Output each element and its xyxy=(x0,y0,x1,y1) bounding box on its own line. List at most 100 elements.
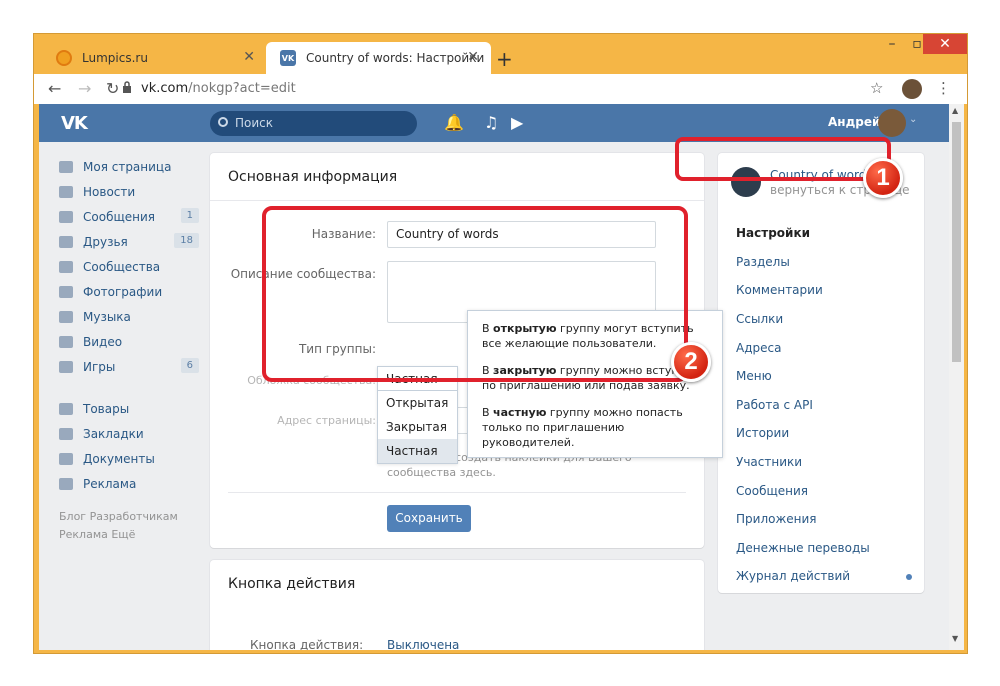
sidebar-item-bookmarks[interactable]: Закладки xyxy=(59,421,199,446)
menu-item-action-log[interactable]: Журнал действий xyxy=(718,562,924,591)
sidebar-item-goods[interactable]: Товары xyxy=(59,396,199,421)
menu-item-links[interactable]: Ссылки xyxy=(718,305,924,334)
url-host: vk.com xyxy=(141,81,189,96)
video-icon xyxy=(59,335,73,348)
sidebar-item-communities[interactable]: Сообщества xyxy=(59,254,199,279)
window-close-icon[interactable]: ✕ xyxy=(923,34,967,54)
sidebar-item-label: Друзья xyxy=(83,234,128,249)
menu-dots-icon[interactable]: ⋮ xyxy=(936,79,951,97)
user-name[interactable]: Андрей xyxy=(828,115,880,129)
sidebar-item-messages[interactable]: Сообщения 1 xyxy=(59,204,199,229)
address-label: Адрес страницы: xyxy=(277,414,376,427)
tab-vk-settings[interactable]: VK Country of words: Настройки ✕ xyxy=(266,42,491,74)
news-icon xyxy=(59,185,73,198)
action-button-label: Кнопка действия: xyxy=(250,638,364,650)
sidebar-item-label: Новости xyxy=(83,184,136,199)
forward-icon[interactable]: → xyxy=(78,79,91,98)
unread-dot-icon xyxy=(906,574,912,581)
user-avatar[interactable] xyxy=(878,109,906,137)
menu-item-stories[interactable]: Истории xyxy=(718,419,924,448)
chevron-down-icon[interactable]: ⌄ xyxy=(909,114,917,125)
messages-icon xyxy=(59,210,73,223)
tab-title: Lumpics.ru xyxy=(82,51,148,65)
communities-icon xyxy=(59,260,73,273)
step-badge-1: 1 xyxy=(863,158,903,198)
scroll-up-icon[interactable]: ▲ xyxy=(952,106,958,115)
back-icon[interactable]: ← xyxy=(48,79,61,98)
footer-links-row1[interactable]: Блог Разработчикам xyxy=(59,508,199,526)
friends-icon xyxy=(59,235,73,248)
play-icon[interactable]: ▶ xyxy=(511,113,523,132)
sidebar-item-label: Закладки xyxy=(83,426,144,441)
settings-menu-card: Country of words вернуться к странице На… xyxy=(718,153,924,593)
music-note-icon[interactable]: ♫ xyxy=(484,113,498,132)
sidebar-item-label: Игры xyxy=(83,359,116,374)
section-title: Кнопка действия xyxy=(228,576,356,592)
action-button-value[interactable]: Выключена xyxy=(387,638,459,650)
sidebar-item-ads[interactable]: Реклама xyxy=(59,471,199,496)
section-title: Основная информация xyxy=(210,153,704,201)
sidebar-item-label: Музыка xyxy=(83,309,131,324)
sidebar-item-label: Сообщения xyxy=(83,209,156,224)
scroll-down-icon[interactable]: ▼ xyxy=(952,634,958,643)
tab-title: Country of words: Настройки xyxy=(306,51,485,65)
sidebar-item-label: Документы xyxy=(83,451,155,466)
menu-item-apps[interactable]: Приложения xyxy=(718,505,924,534)
new-tab-button[interactable]: + xyxy=(496,47,513,71)
star-icon xyxy=(59,427,73,440)
browser-toolbar: ← → ↻ vk.com/nokgp?act=edit ☆ ⋮ xyxy=(34,74,967,104)
sidebar-item-news[interactable]: Новости xyxy=(59,179,199,204)
menu-item-settings[interactable]: Настройки xyxy=(718,219,924,248)
step-badge-2: 2 xyxy=(671,342,711,382)
sidebar-item-documents[interactable]: Документы xyxy=(59,446,199,471)
sidebar-item-music[interactable]: Музыка xyxy=(59,304,199,329)
sidebar-item-label: Товары xyxy=(83,401,130,416)
menu-item-comments[interactable]: Комментарии xyxy=(718,276,924,305)
close-tab-icon[interactable]: ✕ xyxy=(243,49,255,65)
page-scrollbar[interactable]: ▲ ▼ xyxy=(949,104,964,650)
menu-item-members[interactable]: Участники xyxy=(718,448,924,477)
dropdown-highlight-frame xyxy=(262,206,688,382)
search-input[interactable]: Поиск xyxy=(210,111,417,136)
music-icon xyxy=(59,310,73,323)
menu-item-menu[interactable]: Меню xyxy=(718,362,924,391)
address-bar[interactable]: vk.com/nokgp?act=edit xyxy=(141,74,296,104)
vk-logo[interactable]: VK xyxy=(61,113,88,134)
bell-icon[interactable]: 🔔 xyxy=(444,113,464,132)
divider xyxy=(228,492,686,493)
tab-lumpics[interactable]: Lumpics.ru ✕ xyxy=(42,42,267,74)
sidebar-item-label: Моя страница xyxy=(83,159,172,174)
sidebar-item-games[interactable]: Игры 6 xyxy=(59,354,199,379)
sidebar-item-friends[interactable]: Друзья 18 xyxy=(59,229,199,254)
sidebar-separator xyxy=(59,379,199,396)
menu-item-money-transfers[interactable]: Денежные переводы xyxy=(718,534,924,563)
sidebar-item-my-page[interactable]: Моя страница xyxy=(59,154,199,179)
camera-icon xyxy=(59,285,73,298)
url-path: /nokgp?act=edit xyxy=(188,81,296,96)
sidebar-item-photos[interactable]: Фотографии xyxy=(59,279,199,304)
sidebar-item-video[interactable]: Видео xyxy=(59,329,199,354)
dropdown-option-open[interactable]: Открытая xyxy=(378,391,457,415)
menu-item-api[interactable]: Работа с API xyxy=(718,391,924,420)
count-badge: 18 xyxy=(174,233,199,248)
scrollbar-thumb[interactable] xyxy=(952,122,961,362)
vk-favicon-icon: VK xyxy=(280,50,296,66)
reload-icon[interactable]: ↻ xyxy=(106,79,119,98)
gamepad-icon xyxy=(59,360,73,373)
lumpics-favicon-icon xyxy=(56,50,72,66)
sidebar-footer: Блог Разработчикам Реклама Ещё xyxy=(59,508,199,544)
bookmark-star-icon[interactable]: ☆ xyxy=(870,79,883,97)
dropdown-option-private[interactable]: Частная xyxy=(378,439,457,463)
close-tab-icon[interactable]: ✕ xyxy=(467,49,479,65)
footer-links-row2[interactable]: Реклама Ещё xyxy=(59,526,199,544)
menu-item-messages[interactable]: Сообщения xyxy=(718,476,924,505)
menu-item-sections[interactable]: Разделы xyxy=(718,248,924,277)
megaphone-icon xyxy=(59,477,73,490)
dropdown-option-closed[interactable]: Закрытая xyxy=(378,415,457,439)
save-button[interactable]: Сохранить xyxy=(387,505,471,532)
sidebar-item-label: Фотографии xyxy=(83,284,163,299)
sidebar-item-label: Сообщества xyxy=(83,259,161,274)
tooltip-private: В частную группу можно попасть только по… xyxy=(482,406,683,449)
menu-item-addresses[interactable]: Адреса xyxy=(718,333,924,362)
profile-avatar-icon[interactable] xyxy=(902,79,922,99)
